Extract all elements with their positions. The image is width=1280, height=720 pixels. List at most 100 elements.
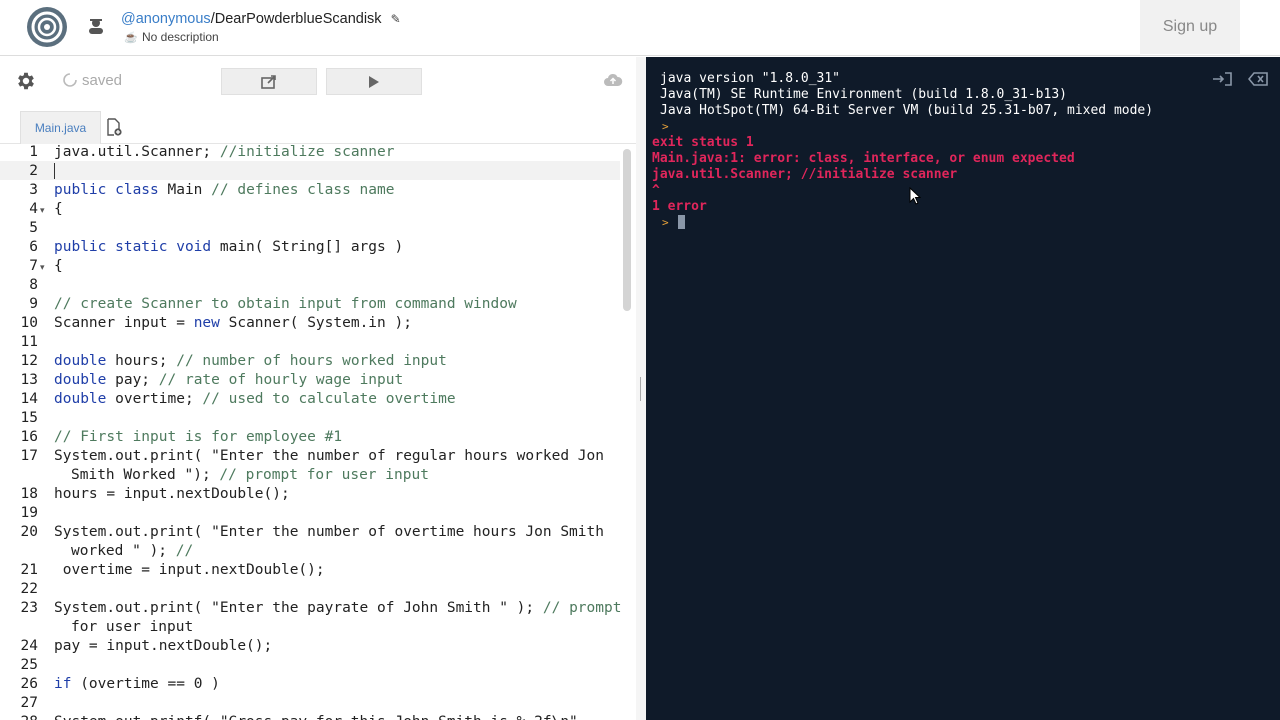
console-prompt-icon: > [662,120,669,133]
code-editor[interactable]: 1 java.util.Scanner; //initialize scanner… [0,144,636,720]
repl-logo-icon[interactable] [26,6,68,48]
code-keyword: public class [54,182,159,198]
line-number: 18 [20,486,38,502]
owner-link[interactable]: @anonymous [121,11,211,27]
line-number: 26 [20,676,38,692]
code-line[interactable]: public class Main // defines class name [54,182,394,198]
line-number: 1 [29,144,38,160]
code-text: { [54,258,63,274]
share-icon [261,74,276,89]
editor-toolbar: saved [0,57,636,107]
code-line[interactable]: overtime = input.nextDouble(); [54,562,325,578]
line-number: 14 [20,391,38,407]
code-line[interactable]: System.out.print( "Enter the number of o… [54,524,604,540]
user-icon[interactable] [86,16,106,36]
code-text: overtime; [106,391,203,407]
code-comment: //initialize scanner [219,144,395,160]
line-number: 8 [29,277,38,293]
code-comment: // number of hours worked input [176,353,447,369]
code-line[interactable]: double overtime; // used to calculate ov… [54,391,456,407]
line-number: 4 [29,201,38,217]
code-line[interactable]: System.out.print( "Enter the payrate of … [54,600,621,616]
console-pane[interactable]: java version "1.8.0_31" Java(TM) SE Runti… [646,57,1280,720]
line-number: 24 [20,638,38,654]
console-expand-icon[interactable] [1212,71,1232,87]
saved-status: saved [62,72,122,89]
line-number: 10 [20,315,38,331]
console-input-cursor[interactable] [678,215,685,229]
share-button[interactable] [221,68,317,95]
run-button[interactable] [326,68,422,95]
text-cursor [54,163,55,179]
fold-arrow-icon[interactable]: ▾ [40,262,45,273]
line-number: 12 [20,353,38,369]
code-text: hours = input.nextDouble(); [54,486,290,502]
editor-scrollbar-thumb[interactable] [623,149,631,311]
code-text: Smith Worked "); [71,467,220,483]
console-clear-icon[interactable] [1248,71,1268,87]
code-text: System.out.printf( "Gross pay for this J… [54,714,578,720]
code-text: main( String[] args ) [211,239,404,255]
mouse-pointer-icon [909,187,921,205]
code-text: System.out.print( "Enter the payrate of … [54,600,543,616]
play-icon [369,75,379,88]
line-number: 28 [0,714,38,720]
line-number: 9 [29,296,38,312]
console-error-line: java.util.Scanner; //initialize scanner [652,167,958,182]
splitter-grip[interactable] [640,377,641,401]
code-text: java.util.Scanner; [54,144,220,160]
tab-main-java[interactable]: Main.java [20,111,101,144]
code-line[interactable]: Scanner input = new Scanner( System.in )… [54,315,412,331]
code-keyword: double [54,353,107,369]
code-line[interactable]: pay = input.nextDouble(); [54,638,272,654]
console-output-line: Java HotSpot(TM) 64-Bit Server VM (build… [660,103,1154,118]
line-number: 19 [20,505,38,521]
code-keyword: double [54,372,107,388]
line-number: 2 [29,163,38,179]
code-text: System.out.print( "Enter the number of o… [54,524,604,540]
code-text: { [54,201,63,217]
fold-arrow-icon[interactable]: ▾ [40,205,45,216]
line-number: 13 [20,372,38,388]
code-line[interactable]: { [54,201,63,217]
new-file-icon[interactable] [106,118,122,136]
code-line[interactable]: hours = input.nextDouble(); [54,486,290,502]
code-text: (overtime == [71,676,194,692]
line-number: 16 [20,429,38,445]
code-line[interactable]: double hours; // number of hours worked … [54,353,447,369]
console-error-line: Main.java:1: error: class, interface, or… [652,151,1075,166]
top-header: @anonymous/DearPowderblueScandisk ✎ ☕ No … [0,0,1280,56]
description-text[interactable]: No description [142,30,219,44]
code-line[interactable]: Smith Worked "); // prompt for user inpu… [71,467,429,483]
cloud-upload-icon[interactable] [603,72,623,88]
code-line[interactable]: // create Scanner to obtain input from c… [54,296,517,312]
code-text: for user input [71,619,194,635]
code-line[interactable]: System.out.printf( "Gross pay for this J… [54,714,578,720]
code-text: Main [158,182,212,198]
code-line[interactable]: double pay; // rate of hourly wage input [54,372,403,388]
gear-icon[interactable] [15,70,37,92]
saved-spinner-icon [63,73,77,87]
console-error-line: ^ [652,183,660,198]
code-line[interactable]: if (overtime == 0 ) [54,676,220,692]
code-line[interactable]: public static void main( String[] args ) [54,239,403,255]
code-line[interactable]: // First input is for employee #1 [54,429,342,445]
code-line[interactable]: { [54,258,63,274]
code-line[interactable]: for user input [71,619,193,635]
code-comment: // prompt for user input [219,467,429,483]
pane-splitter[interactable] [636,57,646,720]
pencil-icon[interactable]: ✎ [391,12,401,26]
code-comment: // rate of hourly wage input [158,372,404,388]
code-line[interactable]: worked " ); // [71,543,193,559]
code-line[interactable]: System.out.print( "Enter the number of r… [54,448,604,464]
console-prompt-icon: > [662,216,669,229]
signup-button[interactable]: Sign up [1140,0,1240,54]
code-text: System.out.print( "Enter the number of r… [54,448,604,464]
line-number: 7 [29,258,38,274]
console-error-line: 1 error [652,199,707,214]
code-text: Scanner input = [54,315,194,331]
line-number: 5 [29,220,38,236]
line-number: 20 [20,524,38,540]
repl-name[interactable]: DearPowderblueScandisk [215,11,382,27]
code-line[interactable]: java.util.Scanner; //initialize scanner [54,144,394,160]
